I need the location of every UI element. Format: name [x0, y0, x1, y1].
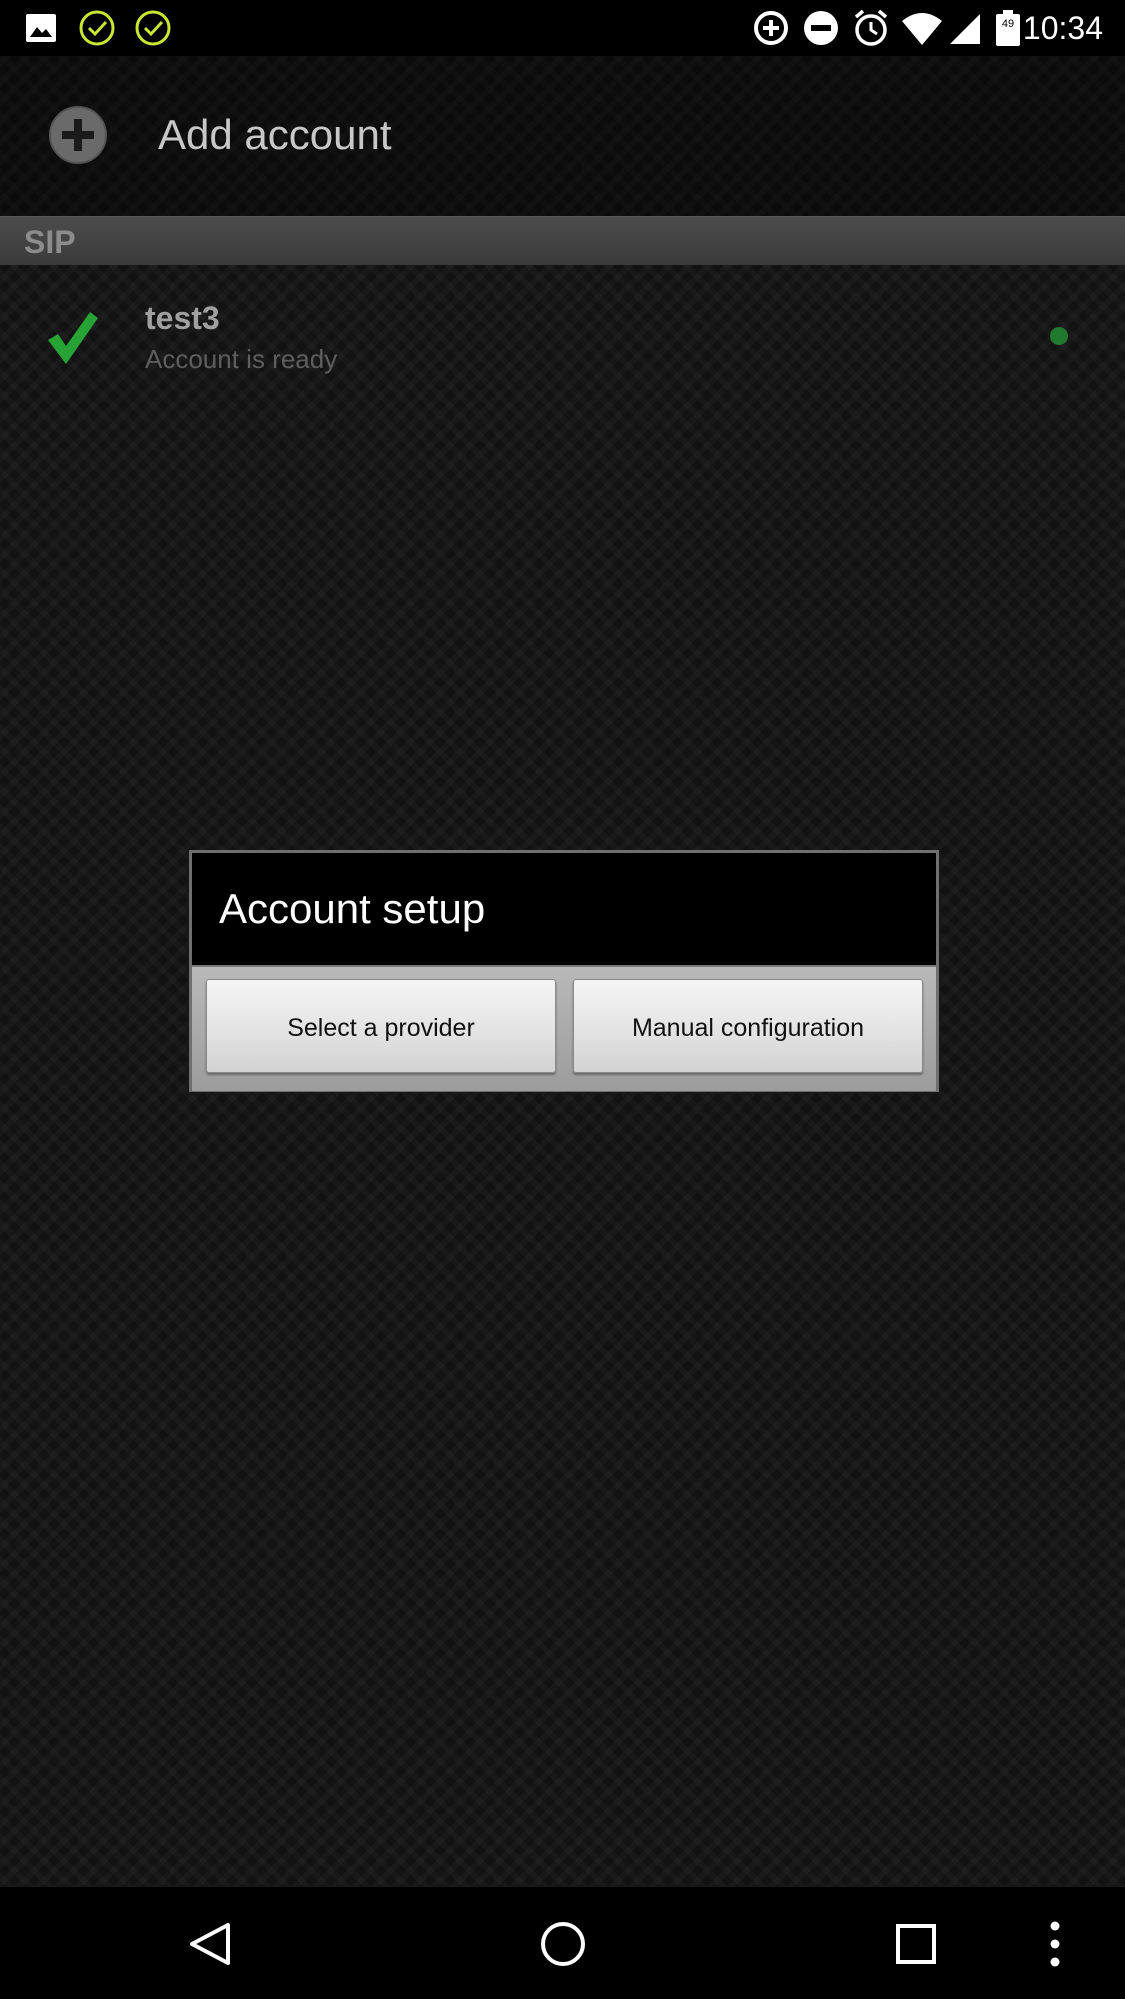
- account-status-indicator: [1050, 327, 1068, 345]
- status-time: 10:34: [1022, 10, 1103, 46]
- account-setup-dialog: Account setup Select a provider Manual c…: [189, 850, 939, 1092]
- overflow-menu-icon[interactable]: [1048, 1921, 1062, 1967]
- check-circle-icon: [79, 10, 115, 46]
- manual-configuration-button[interactable]: Manual configuration: [573, 979, 923, 1073]
- check-circle-icon: [135, 10, 171, 46]
- recents-icon[interactable]: [895, 1923, 937, 1965]
- dialog-title-area: Account setup: [192, 853, 936, 965]
- battery-icon: 49: [996, 10, 1020, 46]
- add-account-title[interactable]: Add account: [158, 107, 392, 163]
- wifi-icon: [902, 13, 942, 45]
- back-icon[interactable]: [188, 1921, 232, 1967]
- add-account-bar[interactable]: Add account: [0, 56, 1125, 216]
- data-saver-icon: [754, 11, 788, 45]
- account-status: Account is ready: [145, 344, 338, 374]
- section-header: SIP: [0, 216, 1125, 265]
- account-name: test3: [145, 300, 220, 336]
- dialog-title: Account setup: [219, 885, 486, 932]
- dialog-button-bar: Select a provider Manual configuration: [192, 965, 936, 1091]
- add-circle-icon[interactable]: [48, 105, 108, 165]
- home-icon[interactable]: [539, 1920, 587, 1968]
- green-check-icon: [48, 312, 98, 364]
- account-list-item[interactable]: test3 Account is ready: [0, 266, 1125, 384]
- select-provider-button[interactable]: Select a provider: [206, 979, 556, 1073]
- image-icon: [26, 14, 56, 42]
- screen: 49 10:34 Add account SIP test3 Account i…: [0, 0, 1125, 1999]
- signal-icon: [950, 14, 980, 44]
- navigation-bar: [0, 1887, 1125, 1999]
- do-not-disturb-icon: [804, 11, 838, 45]
- battery-level: 49: [1001, 18, 1015, 30]
- status-bar: 49 10:34: [0, 0, 1125, 56]
- alarm-icon: [854, 9, 888, 46]
- section-header-label: SIP: [24, 224, 76, 260]
